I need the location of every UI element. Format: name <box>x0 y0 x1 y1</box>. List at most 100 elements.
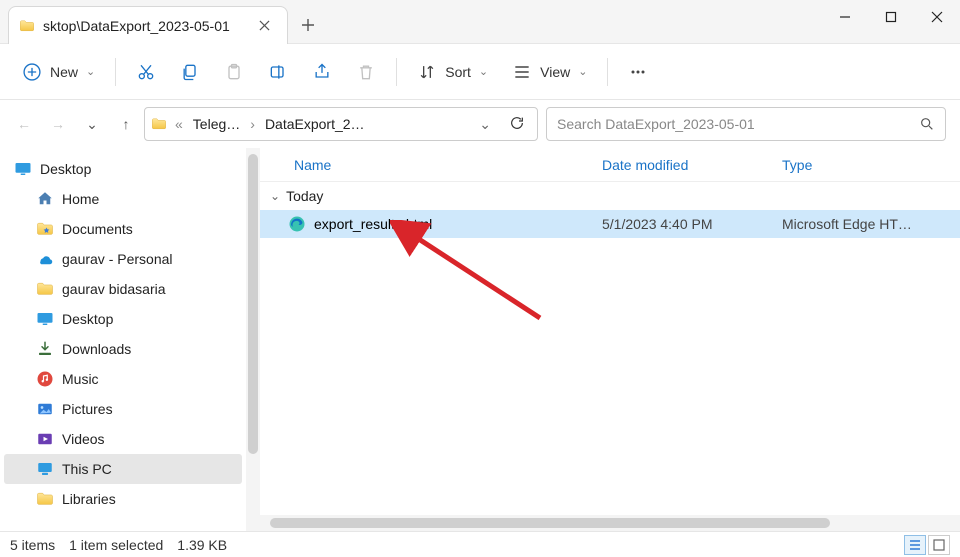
sidebar-item[interactable]: Home <box>4 184 242 214</box>
status-bar: 5 items 1 item selected 1.39 KB <box>0 531 960 557</box>
close-tab-icon[interactable] <box>255 17 273 35</box>
folder-icon <box>19 18 35 34</box>
delete-button[interactable] <box>346 52 386 92</box>
sidebar-item-label: Desktop <box>62 311 113 327</box>
group-label: Today <box>286 188 323 204</box>
sidebar-item[interactable]: Documents <box>4 214 242 244</box>
details-view-button[interactable] <box>904 535 926 555</box>
breadcrumb-overflow[interactable]: « <box>173 116 185 132</box>
sidebar-item-label: Libraries <box>62 491 116 507</box>
sort-label: Sort <box>445 64 471 80</box>
file-type: Microsoft Edge HT… <box>772 216 932 232</box>
sidebar-item[interactable]: Libraries <box>4 484 242 514</box>
search-input[interactable] <box>557 116 919 132</box>
status-count: 5 items <box>10 537 55 553</box>
nav-recent-button[interactable]: ⌄ <box>82 116 102 133</box>
title-bar: sktop\DataExport_2023-05-01 <box>0 0 960 44</box>
sidebar-item-label: This PC <box>62 461 112 477</box>
folder-fav-icon <box>36 220 54 238</box>
folder-icon <box>36 280 54 298</box>
refresh-button[interactable] <box>503 115 531 134</box>
sidebar-item-label: gaurav - Personal <box>62 251 173 267</box>
tab-title: sktop\DataExport_2023-05-01 <box>43 18 247 34</box>
chevron-down-icon: ⌄ <box>86 65 95 78</box>
folder-icon <box>36 490 54 508</box>
status-size: 1.39 KB <box>177 537 227 553</box>
group-header[interactable]: ⌄ Today <box>260 182 960 210</box>
sidebar-scrollbar[interactable] <box>246 148 260 531</box>
minimize-button[interactable] <box>822 0 868 34</box>
sidebar-item-label: gaurav bidasaria <box>62 281 166 297</box>
chevron-down-icon: ⌄ <box>479 65 488 78</box>
column-modified[interactable]: Date modified <box>592 148 772 181</box>
desktop-icon <box>14 160 32 178</box>
chevron-down-icon: ⌄ <box>578 65 587 78</box>
videos-icon <box>36 430 54 448</box>
paste-button[interactable] <box>214 52 254 92</box>
sidebar-item[interactable]: gaurav bidasaria <box>4 274 242 304</box>
thispc-icon <box>36 460 54 478</box>
nav-up-button[interactable]: ↑ <box>116 116 136 132</box>
annotation-arrow <box>390 220 570 340</box>
new-button[interactable]: New ⌄ <box>12 52 105 92</box>
sidebar-item-label: Music <box>62 371 99 387</box>
sidebar-item[interactable]: Downloads <box>4 334 242 364</box>
search-icon <box>919 116 935 132</box>
thumbnails-view-button[interactable] <box>928 535 950 555</box>
edge-icon <box>288 215 306 233</box>
desktop-icon <box>36 310 54 328</box>
sidebar-item[interactable]: Desktop <box>4 304 242 334</box>
cut-button[interactable] <box>126 52 166 92</box>
file-modified: 5/1/2023 4:40 PM <box>592 216 772 232</box>
column-name[interactable]: Name <box>284 148 592 181</box>
sidebar-item[interactable]: Music <box>4 364 242 394</box>
sidebar-item[interactable]: Videos <box>4 424 242 454</box>
column-type[interactable]: Type <box>772 148 932 181</box>
content-scrollbar[interactable] <box>260 515 960 531</box>
sidebar-item-label: Videos <box>62 431 105 447</box>
share-button[interactable] <box>302 52 342 92</box>
address-dropdown[interactable]: ⌄ <box>473 116 497 133</box>
sidebar-item-label: Desktop <box>40 161 91 177</box>
folder-icon <box>151 116 167 132</box>
nav-row: ← → ⌄ ↑ « Teleg… › DataExport_2… ⌄ <box>0 100 960 148</box>
sidebar-item-label: Documents <box>62 221 133 237</box>
address-bar[interactable]: « Teleg… › DataExport_2… ⌄ <box>144 107 538 141</box>
sort-button[interactable]: Sort ⌄ <box>407 52 498 92</box>
sidebar-item[interactable]: Pictures <box>4 394 242 424</box>
new-tab-button[interactable] <box>288 6 328 44</box>
window-tab[interactable]: sktop\DataExport_2023-05-01 <box>8 6 288 44</box>
close-window-button[interactable] <box>914 0 960 34</box>
new-label: New <box>50 64 78 80</box>
pictures-icon <box>36 400 54 418</box>
music-icon <box>36 370 54 388</box>
home-icon <box>36 190 54 208</box>
rename-button[interactable] <box>258 52 298 92</box>
sidebar-item-label: Home <box>62 191 99 207</box>
nav-pane: Desktop Home Documents gaurav - Personal gau… <box>0 148 260 531</box>
more-button[interactable] <box>618 52 658 92</box>
status-selected: 1 item selected <box>69 537 163 553</box>
sidebar-item[interactable]: Desktop <box>4 154 242 184</box>
file-name: export_results.html <box>314 216 432 232</box>
onedrive-icon <box>36 250 54 268</box>
nav-forward-button[interactable]: → <box>48 116 68 132</box>
sidebar-item[interactable]: This PC <box>4 454 242 484</box>
sidebar-item[interactable]: gaurav - Personal <box>4 244 242 274</box>
copy-button[interactable] <box>170 52 210 92</box>
column-headers: ⌃ Name Date modified Type <box>260 148 960 182</box>
file-row[interactable]: export_results.html 5/1/2023 4:40 PM Mic… <box>260 210 960 238</box>
view-toggle <box>904 535 950 555</box>
nav-back-button[interactable]: ← <box>14 116 34 132</box>
breadcrumb-item[interactable]: Teleg… <box>191 116 242 132</box>
main-area: Desktop Home Documents gaurav - Personal gau… <box>0 148 960 531</box>
toolbar: New ⌄ Sort ⌄ View ⌄ <box>0 44 960 100</box>
breadcrumb-separator[interactable]: › <box>248 116 257 132</box>
window-controls <box>822 0 960 44</box>
sidebar-item-label: Downloads <box>62 341 131 357</box>
view-button[interactable]: View ⌄ <box>502 52 597 92</box>
search-box[interactable] <box>546 107 946 141</box>
breadcrumb-item[interactable]: DataExport_2… <box>263 116 367 132</box>
maximize-button[interactable] <box>868 0 914 34</box>
view-label: View <box>540 64 570 80</box>
